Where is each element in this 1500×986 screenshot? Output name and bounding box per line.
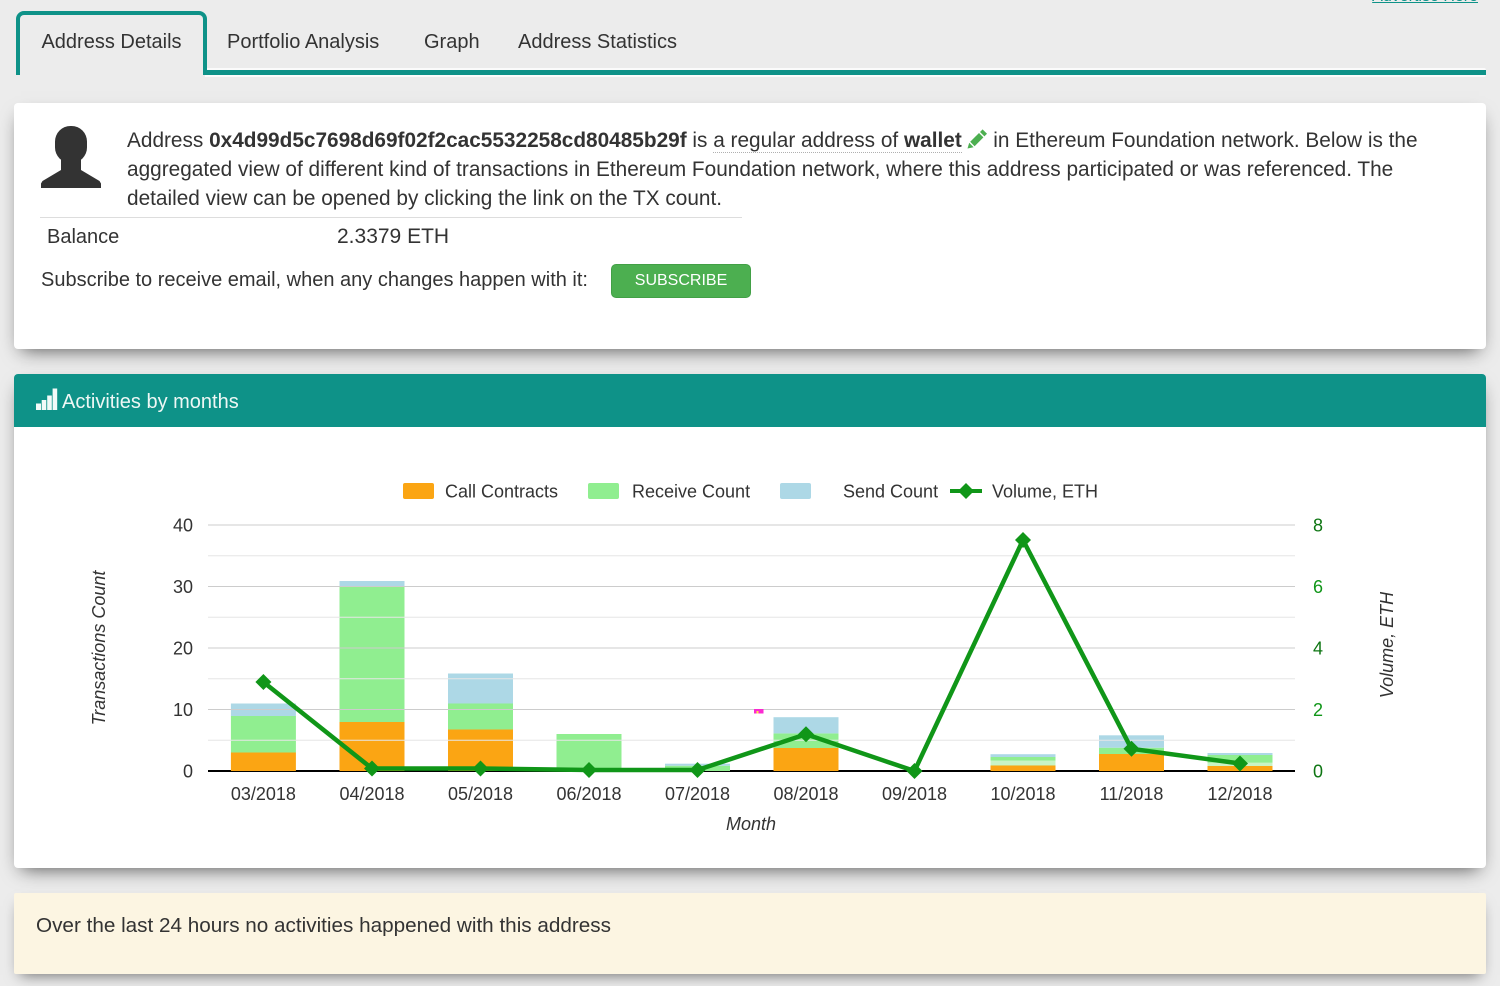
- svg-text:Call Contracts: Call Contracts: [445, 482, 558, 502]
- svg-text:04/2018: 04/2018: [339, 784, 404, 804]
- svg-text:Volume, ETH: Volume, ETH: [1377, 591, 1397, 698]
- svg-text:Transactions Count: Transactions Count: [89, 570, 109, 726]
- svg-text:6: 6: [1313, 577, 1323, 597]
- svg-text:09/2018: 09/2018: [882, 784, 947, 804]
- svg-text:0: 0: [183, 762, 193, 782]
- svg-text:12/2018: 12/2018: [1207, 784, 1272, 804]
- svg-text:4: 4: [1313, 639, 1323, 659]
- svg-text:Month: Month: [726, 814, 776, 834]
- svg-text:Volume, ETH: Volume, ETH: [992, 482, 1098, 502]
- svg-text:03/2018: 03/2018: [231, 784, 296, 804]
- svg-text:20: 20: [173, 639, 193, 659]
- svg-text:11/2018: 11/2018: [1100, 784, 1164, 804]
- svg-text:8: 8: [1313, 516, 1323, 536]
- svg-text:06/2018: 06/2018: [556, 784, 621, 804]
- svg-text:05/2018: 05/2018: [448, 784, 513, 804]
- svg-text:07/2018: 07/2018: [665, 784, 730, 804]
- svg-text:0: 0: [1313, 762, 1323, 782]
- svg-text:30: 30: [173, 577, 193, 597]
- svg-text:Receive Count: Receive Count: [632, 482, 750, 502]
- svg-text:2: 2: [1313, 700, 1323, 720]
- svg-text:Send Count: Send Count: [843, 482, 938, 502]
- svg-text:40: 40: [173, 516, 193, 536]
- svg-text:10: 10: [173, 700, 193, 720]
- svg-text:10/2018: 10/2018: [990, 784, 1055, 804]
- svg-text:08/2018: 08/2018: [773, 784, 838, 804]
